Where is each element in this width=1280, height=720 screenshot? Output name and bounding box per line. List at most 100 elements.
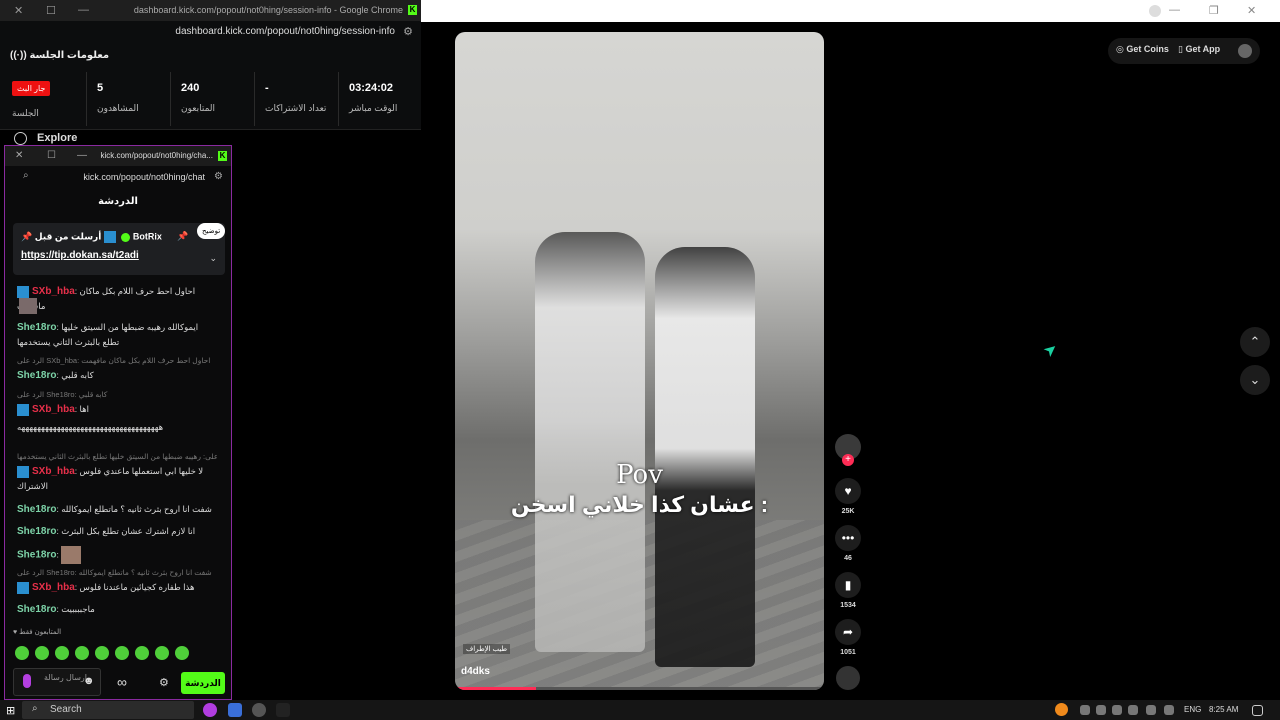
minimize-icon[interactable]: — — [78, 4, 89, 16]
background-browser-titlebar: — ❐ ✕ — [421, 0, 1280, 22]
chat-username[interactable]: She18ro — [17, 526, 56, 537]
chat-message: SXb_hba: احاول احط حرف اللام بكل ماكان م… — [17, 284, 217, 313]
creator-avatar-button[interactable]: + — [834, 434, 862, 466]
save-button[interactable]: ▮ 1534 — [834, 572, 862, 609]
volume-icon[interactable] — [1164, 705, 1174, 715]
emote-icon[interactable] — [15, 646, 29, 660]
reply-reference[interactable]: الرد على She18ro: شفت انا اروح بثرث ثاني… — [17, 568, 217, 577]
chat-message: SXb_hba: هذا طفاره كجيائين ماعندنا فلوس — [17, 580, 217, 595]
emote-icon[interactable] — [75, 646, 89, 660]
restore-icon[interactable]: ❐ — [1209, 4, 1219, 17]
emote-icon[interactable] — [135, 646, 149, 660]
session-titlebar: ✕ ☐ — dashboard.kick.com/popout/not0hing… — [0, 0, 421, 21]
emote-icon[interactable] — [35, 646, 49, 660]
video-tag[interactable]: طيب الإطراف — [463, 644, 511, 654]
session-header: ((·)) معلومات الجلسة — [10, 50, 109, 61]
pinned-link[interactable]: https://tip.dokan.sa/t2adi — [21, 250, 139, 261]
site-settings-icon[interactable]: ⚙ — [214, 171, 223, 182]
video-player[interactable]: Pov عشان كذا خلاني اسخن : طيب الإطراف d4… — [455, 32, 824, 690]
pin-icon[interactable]: 📌 — [177, 231, 188, 242]
badge-icon — [17, 285, 29, 298]
emote-image — [61, 546, 82, 564]
notifications-icon[interactable] — [1252, 705, 1263, 716]
chat-username[interactable]: She18ro — [17, 604, 56, 615]
kick-logo-icon: K — [218, 151, 227, 161]
minimize-icon[interactable]: — — [1169, 4, 1180, 16]
emote-icon[interactable] — [95, 646, 109, 660]
search-icon[interactable]: ⌕ — [23, 170, 29, 181]
chat-username[interactable]: She18ro — [17, 504, 56, 515]
battery-icon[interactable] — [1128, 705, 1138, 715]
close-icon[interactable]: ✕ — [15, 150, 23, 161]
site-settings-icon[interactable]: ⚙ — [403, 25, 413, 38]
follow-plus-icon[interactable]: + — [842, 454, 854, 466]
emote-icon[interactable] — [155, 646, 169, 660]
video-caption-line2: عشان كذا خلاني اسخن : — [510, 492, 769, 517]
video-caption-line1: Pov — [616, 460, 663, 490]
stat-value: 03:24:02 — [349, 82, 394, 94]
share-button[interactable]: ➦ 1051 — [834, 619, 862, 656]
chat-username[interactable]: SXb_hba — [32, 286, 75, 297]
close-icon[interactable]: ✕ — [14, 4, 23, 17]
get-app-button[interactable]: ▯ Get App — [1178, 44, 1220, 55]
get-coins-button[interactable]: ◎ Get Coins — [1116, 44, 1169, 55]
chat-username[interactable]: She18ro — [17, 370, 56, 381]
followers-only-notice: ♥ المتابعون فقط — [13, 628, 61, 636]
chat-username[interactable]: SXb_hba — [32, 466, 75, 477]
tray-icon[interactable] — [1080, 705, 1090, 715]
chat-username[interactable]: SXb_hba — [32, 404, 75, 415]
tray-app-icon[interactable] — [1055, 703, 1068, 716]
infinity-icon[interactable]: ∞ — [117, 674, 127, 690]
reply-reference[interactable]: الرد على SXb_hba: احاول احط حرف اللام بك… — [17, 356, 210, 365]
language-indicator[interactable]: ENG — [1184, 705, 1201, 714]
avatar[interactable] — [1238, 44, 1252, 58]
maximize-icon[interactable]: ☐ — [47, 150, 56, 161]
chat-username[interactable]: She18ro — [17, 322, 56, 333]
emote-icon[interactable] — [55, 646, 69, 660]
minimize-icon[interactable]: — — [77, 150, 87, 161]
chrome-app-icon[interactable] — [203, 703, 217, 717]
emote-icon[interactable] — [115, 646, 129, 660]
emoji-icon[interactable]: ☻ — [83, 675, 95, 687]
profile-icon[interactable] — [1149, 5, 1161, 17]
video-progress-bar[interactable] — [455, 687, 824, 690]
windows-start-icon[interactable]: ⊞ — [6, 704, 15, 717]
chat-text: كابه قلبي — [61, 370, 94, 380]
chat-username[interactable]: She18ro — [17, 549, 56, 560]
compass-icon[interactable] — [14, 132, 27, 145]
pinned-message[interactable]: 📌 أرسلت من قبل BotRix 📌 https://tip.doka… — [13, 223, 225, 275]
chevron-down-icon[interactable]: ⌄ — [209, 253, 217, 264]
like-button[interactable]: ♥ 25K — [834, 478, 862, 515]
emote-icon[interactable] — [175, 646, 189, 660]
explorer-app-icon[interactable] — [228, 703, 242, 717]
video-author[interactable]: d4dks — [461, 666, 490, 677]
gear-icon[interactable]: ⚙ — [159, 676, 169, 689]
send-chat-button[interactable]: الدردشة — [181, 672, 225, 694]
verified-icon — [121, 232, 131, 242]
clock[interactable]: 8:25 AM — [1209, 705, 1238, 714]
explore-link[interactable]: Explore — [37, 132, 77, 144]
chat-username[interactable]: SXb_hba — [32, 582, 75, 593]
wifi-icon[interactable] — [1146, 705, 1156, 715]
pinned-username[interactable]: BotRix — [133, 231, 162, 241]
heart-icon: ♥ — [835, 478, 861, 504]
url-bar[interactable]: kick.com/popout/not0hing/chat — [83, 172, 205, 182]
comment-button[interactable]: ••• 46 — [834, 525, 862, 562]
music-disc-icon[interactable] — [836, 666, 860, 690]
mic-icon[interactable] — [23, 674, 31, 688]
tray-icon[interactable] — [1096, 705, 1106, 715]
emote-bar — [15, 646, 195, 665]
close-icon[interactable]: ✕ — [1247, 4, 1256, 17]
maximize-icon[interactable]: ☐ — [46, 4, 56, 17]
stat-live-time: 03:24:02 الوقت مباشر — [338, 72, 421, 126]
tiktok-app-icon[interactable] — [276, 703, 290, 717]
taskbar-search[interactable]: ⌕ Search — [22, 701, 194, 719]
previous-video-button[interactable]: ⌃ — [1240, 327, 1270, 357]
reply-reference[interactable]: الرد على: رهيبه ضبطها من السيتق خليها تط… — [17, 452, 217, 461]
mic-icon[interactable] — [1112, 705, 1122, 715]
next-video-button[interactable]: ⌄ — [1240, 365, 1270, 395]
url-bar[interactable]: dashboard.kick.com/popout/not0hing/sessi… — [175, 26, 395, 37]
bot-badge-icon — [103, 231, 116, 243]
app-icon[interactable] — [252, 703, 266, 717]
reply-reference[interactable]: الرد على She18ro: كابه قلبي — [17, 390, 107, 399]
